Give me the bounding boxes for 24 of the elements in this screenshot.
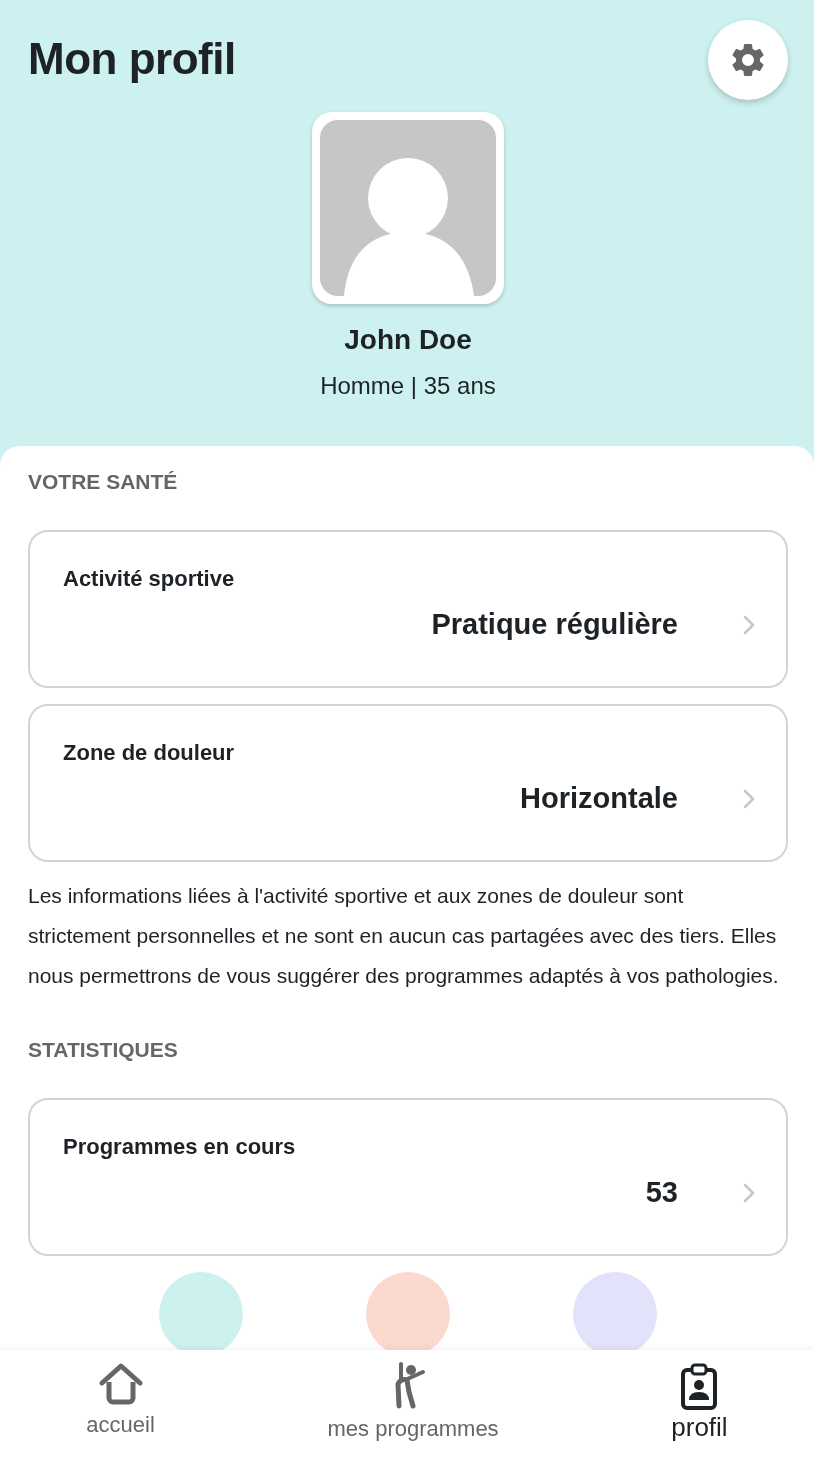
chevron-icon (742, 1181, 756, 1204)
chevron-icon (742, 613, 756, 636)
section-heading: STATISTIQUES (28, 1038, 179, 1062)
card-value: 53 (645, 1176, 678, 1209)
nav-tab[interactable]: accueil (76, 1358, 165, 1442)
settings-button[interactable] (708, 20, 788, 100)
card-label: Programmes en cours (63, 1134, 297, 1160)
card-value: Pratique régulière (431, 608, 678, 641)
avatar-icon (312, 112, 504, 304)
card-label: Activité sportive (63, 566, 236, 592)
nav-tab[interactable]: profil (661, 1358, 738, 1447)
info-card[interactable]: Programmes en cours 53 (28, 1098, 788, 1256)
user-name: John Doe (344, 324, 472, 356)
info-card[interactable]: Activité sportive Pratique régulière (28, 530, 788, 688)
nav-tab[interactable]: mes programmes (317, 1358, 509, 1446)
chevron-icon (742, 787, 756, 810)
page-title: Mon profil (28, 34, 236, 84)
card-value: Horizontale (520, 782, 678, 815)
user-details: Homme | 35 ans (320, 372, 496, 400)
section-heading: VOTRE SANTÉ (28, 470, 179, 494)
clipboard-person-icon (679, 1362, 720, 1410)
card-label: Zone de douleur (63, 740, 236, 766)
info-card[interactable]: Zone de douleur Horizontale (28, 704, 788, 862)
privacy-note: Les informations liées à l'activité sportive et aux zones de douleur sont strictement personnelles et ne sont en aucun cas partagées avec des tiers. Elles nous permettrons de vous suggérer des programmes adaptés à vos pathologies. (28, 883, 780, 989)
